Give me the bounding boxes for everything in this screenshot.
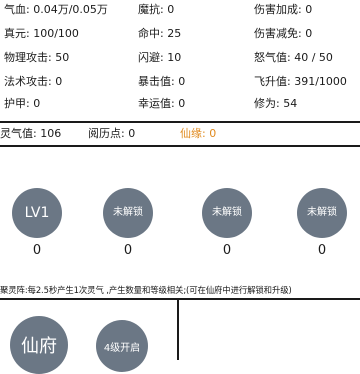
stat-shanghai-jianmian: 伤害减免: 0 xyxy=(254,27,313,40)
stat-mingzhong: 命中: 25 xyxy=(138,27,182,40)
slot-4-count: 0 xyxy=(317,243,327,258)
slot-1-count: 0 xyxy=(32,243,42,258)
xianfu-button[interactable]: 仙府 xyxy=(10,316,68,374)
divider-resources xyxy=(0,145,360,147)
resource-yuelidian: 阅历点: 0 xyxy=(88,127,136,140)
stat-shanghai-jiacheng: 伤害加成: 0 xyxy=(254,3,313,16)
slot-2-locked-button[interactable]: 未解锁 xyxy=(103,188,153,238)
level4-unlock-button[interactable]: 4级开启 xyxy=(96,320,148,372)
resource-xianyuan: 仙缘: 0 xyxy=(180,127,217,140)
slot-2-count: 0 xyxy=(123,243,133,258)
stat-xingyun: 幸运值: 0 xyxy=(138,97,186,110)
divider-bottom xyxy=(0,298,360,300)
slot-3-count: 0 xyxy=(222,243,232,258)
slot-3-locked-button[interactable]: 未解锁 xyxy=(202,188,252,238)
stat-shanbi: 闪避: 10 xyxy=(138,51,182,64)
divider-stats xyxy=(0,121,360,123)
stat-xiuwei: 修为: 54 xyxy=(254,97,298,110)
slot-4-locked-button[interactable]: 未解锁 xyxy=(297,188,347,238)
stat-mokang: 魔抗: 0 xyxy=(138,3,175,16)
stat-qixue: 气血: 0.04万/0.05万 xyxy=(4,3,108,16)
stat-nuqi: 怒气值: 40 / 50 xyxy=(254,51,333,64)
divider-vertical xyxy=(177,298,179,360)
stat-feisheng: 飞升值: 391/1000 xyxy=(254,75,347,88)
stat-baoji: 暴击值: 0 xyxy=(138,75,186,88)
stat-fashu-gongji: 法术攻击: 0 xyxy=(4,75,63,88)
juling-description: 聚灵阵:每2.5秒产生1次灵气 ,产生数量和等级相关;(可在仙府中进行解锁和升级… xyxy=(0,285,292,295)
stat-wuli-gongji: 物理攻击: 50 xyxy=(4,51,70,64)
stat-zhenyuan: 真元: 100/100 xyxy=(4,27,79,40)
stat-hujia: 护甲: 0 xyxy=(4,97,41,110)
slot-1-button[interactable]: LV1 xyxy=(12,188,62,238)
resource-lingqi: 灵气值: 106 xyxy=(0,127,62,140)
